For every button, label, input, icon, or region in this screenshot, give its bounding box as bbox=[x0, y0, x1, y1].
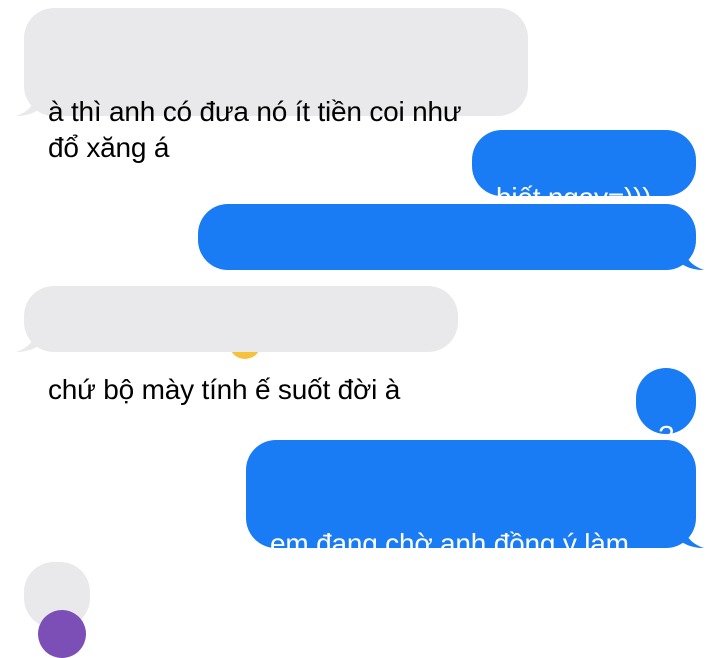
message-bubble-outgoing[interactable]: ? bbox=[636, 368, 696, 451]
message-text: à thì anh có đưa nó ít tiền coi như đổ x… bbox=[48, 96, 462, 163]
message-text: chứ bộ mày tính ế suốt đời à bbox=[48, 374, 401, 405]
bubble-tail-icon bbox=[16, 92, 42, 116]
avatar[interactable] bbox=[38, 610, 86, 658]
message-text: em đang chờ anh đồng ý làm người yêu em … bbox=[270, 528, 629, 595]
message-bubble-incoming[interactable]: à thì anh có đưa nó ít tiền coi như đổ x… bbox=[16, 8, 528, 163]
message-bubble-outgoing[interactable]: biết ngay=))) bbox=[472, 130, 696, 213]
message-bubble-outgoing[interactable]: anh đừng hòng gán ghép em bbox=[198, 204, 704, 359]
message-bubble-outgoing[interactable]: em đang chờ anh đồng ý làm người yêu em … bbox=[246, 440, 704, 595]
message-bubble-incoming[interactable]: chứ bộ mày tính ế suốt đời à bbox=[16, 286, 458, 405]
bubble-tail-icon bbox=[16, 328, 42, 352]
bubble-tail-icon bbox=[678, 246, 704, 270]
bubble-tail-icon bbox=[678, 524, 704, 548]
